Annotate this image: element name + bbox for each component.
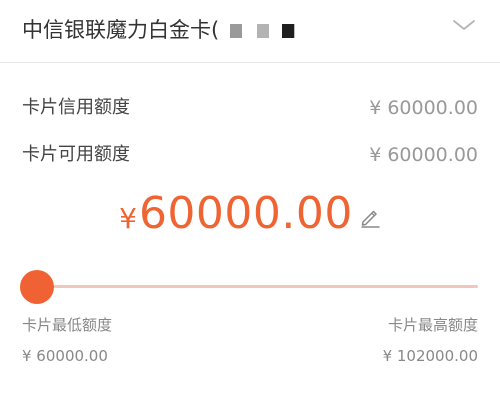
max-limit-value: ¥ 102000.00 xyxy=(382,347,478,365)
chevron-down-icon[interactable] xyxy=(452,16,476,34)
requested-amount: ¥60000.00 xyxy=(0,188,500,248)
slider-track[interactable] xyxy=(22,285,478,288)
available-limit-value: ¥ 60000.00 xyxy=(369,144,478,166)
slider-thumb[interactable] xyxy=(20,270,54,304)
available-limit-label: 卡片可用额度 xyxy=(22,144,130,165)
max-limit-label: 卡片最高额度 xyxy=(387,316,478,334)
credit-limit-value: ¥ 60000.00 xyxy=(369,97,478,119)
card-selector[interactable]: 中信银联魔力白金卡( xyxy=(0,0,500,63)
credit-limit-row: 卡片信用额度 ¥ 60000.00 xyxy=(0,93,500,123)
card-limit-page: 中信银联魔力白金卡( 卡片信用额度 ¥ 60000.00 卡片可用额度 ¥ 60… xyxy=(0,0,500,398)
min-limit-value: ¥ 60000.00 xyxy=(22,347,108,365)
amount-value[interactable]: 60000.00 xyxy=(139,188,353,239)
masked-card-number-block xyxy=(257,24,269,38)
amount-currency: ¥ xyxy=(119,202,137,235)
masked-card-number-block xyxy=(282,24,294,38)
pencil-icon[interactable] xyxy=(359,206,381,228)
limit-slider[interactable] xyxy=(20,268,478,306)
min-limit-label: 卡片最低额度 xyxy=(22,316,113,334)
masked-card-number-block xyxy=(230,24,242,38)
available-limit-row: 卡片可用额度 ¥ 60000.00 xyxy=(0,140,500,170)
credit-limit-label: 卡片信用额度 xyxy=(22,97,130,118)
card-title: 中信银联魔力白金卡( xyxy=(22,18,220,42)
